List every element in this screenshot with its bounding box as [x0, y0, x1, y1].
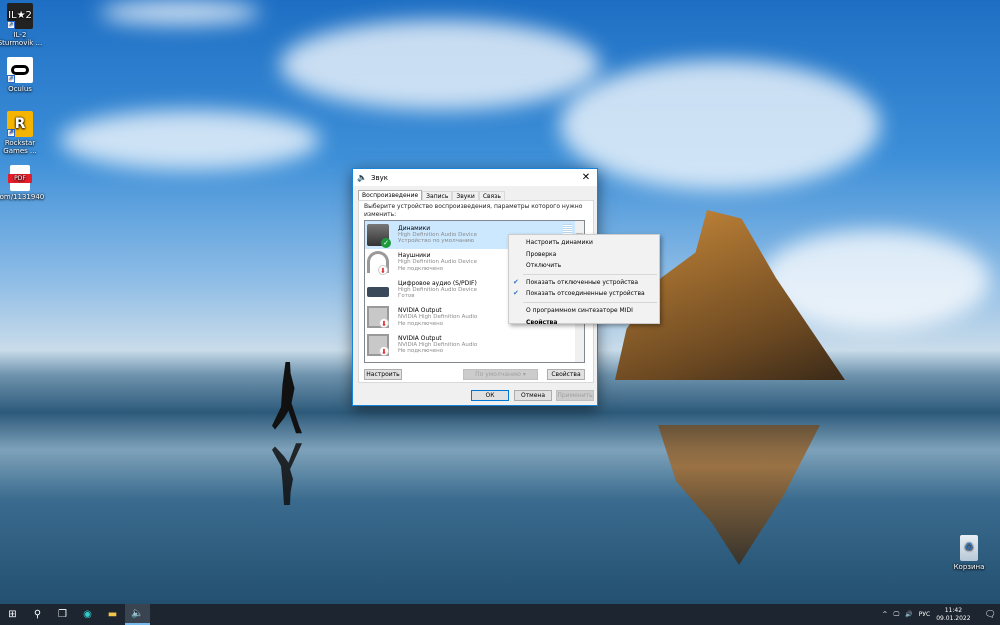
device-status: Не подключено [398, 348, 444, 355]
check-icon: ✔ [513, 289, 519, 298]
disconnected-icon: ⬇ [378, 265, 388, 276]
menu-item-label: Показать отключенные устройства [526, 278, 639, 286]
system-tray: ^ 🖵 🔊 РУС 11:42 09.01.2022 🗨 [882, 607, 1000, 623]
device-status: Не подключено [398, 320, 444, 327]
instruction-text: Выберите устройство воспроизведения, пар… [364, 203, 583, 218]
folder-icon: ▬ [107, 609, 118, 620]
digital-audio-icon [367, 286, 389, 297]
search-button[interactable]: ⚲ [25, 604, 50, 625]
desktop-icon-label: IL-2 Sturmovik ... [0, 31, 43, 47]
set-default-label: По умолчанию [475, 371, 521, 378]
menu-separator [523, 301, 657, 303]
check-icon: ✔ [513, 277, 519, 286]
recycle-bin-icon: ♻ [960, 535, 978, 561]
network-icon[interactable]: 🖵 [893, 611, 899, 619]
date: 09.01.2022 [936, 614, 971, 622]
menu-item-test[interactable]: Проверка [509, 249, 659, 261]
device-driver: High Definition Audio Device [398, 259, 477, 266]
speaker-device-icon: ✓ [367, 223, 391, 248]
default-check-icon: ✓ [381, 237, 391, 248]
headphones-icon: ⬇ [367, 251, 389, 276]
context-menu: Настроить динамики Проверка Отключить ✔ П… [508, 234, 660, 326]
windows-icon: ⊞ [8, 609, 17, 620]
task-view-icon: ❐ [58, 609, 67, 620]
edge-icon: ◉ [83, 609, 92, 620]
device-name: Цифровое аудио (S/PDIF) [398, 279, 477, 287]
clock[interactable]: 11:42 09.01.2022 [936, 607, 970, 623]
set-default-button[interactable]: По умолчанию ▾ [463, 369, 538, 380]
cancel-button[interactable]: Отмена [514, 390, 552, 401]
pdf-icon: PDF [8, 165, 32, 191]
configure-button[interactable]: Настроить [364, 369, 402, 380]
menu-item-show-disconnected[interactable]: ✔ Показать отсоединенные устройства [509, 288, 659, 300]
monitor-icon: ⬇ [367, 333, 389, 356]
volume-icon[interactable]: 🔊 [905, 611, 912, 618]
menu-separator [523, 273, 657, 275]
desktop-icon-label: com/1131940 [0, 193, 45, 201]
desktop-icon-oculus[interactable]: ↗ Oculus [0, 57, 45, 93]
task-view-button[interactable]: ❐ [50, 604, 75, 625]
chevron-up-icon[interactable]: ^ [882, 611, 887, 618]
desktop-icon-recycle-bin[interactable]: ♻ Корзина [944, 535, 994, 571]
edge-button[interactable]: ◉ [75, 604, 100, 625]
list-item[interactable]: ⬇ NVIDIA Output NVIDIA High Definition Au… [365, 331, 584, 359]
taskbar: ⊞ ⚲ ❐ ◉ ▬ 🔈 ^ 🖵 🔊 РУС 11:42 09.01.2022 🗨 [0, 604, 1000, 625]
menu-item-show-disabled[interactable]: ✔ Показать отключенные устройства [509, 277, 659, 289]
menu-item-label: Показать отсоединенные устройства [526, 290, 645, 298]
device-name: NVIDIA Output [398, 307, 442, 315]
dialog-title: Звук [370, 173, 388, 182]
disconnected-icon: ⬇ [379, 318, 389, 329]
desktop-icon-pdf[interactable]: PDF com/1131940 [0, 165, 45, 201]
time: 11:42 [944, 606, 963, 614]
device-status: Готов [398, 293, 415, 300]
rockstar-icon: R ↗ [7, 111, 33, 137]
menu-item-configure-speakers[interactable]: Настроить динамики [509, 237, 659, 249]
menu-item-properties[interactable]: Свойства [509, 317, 659, 329]
desktop-icon-label: Oculus [8, 85, 32, 93]
desktop-icon-rockstar[interactable]: R ↗ Rockstar Games ... [0, 111, 45, 155]
start-button[interactable]: ⊞ [0, 604, 25, 625]
device-status: Не подключено [398, 265, 444, 272]
menu-item-disable[interactable]: Отключить [509, 260, 659, 272]
sound-app-button[interactable]: 🔈 [125, 604, 150, 625]
monitor-icon: ⬇ [367, 306, 389, 329]
notifications-icon[interactable]: 🗨 [985, 610, 996, 620]
apply-button[interactable]: Применить [556, 390, 594, 401]
title-bar[interactable]: 🔈 Звук ✕ [353, 169, 597, 186]
file-explorer-button[interactable]: ▬ [100, 604, 125, 625]
speaker-icon: 🔈 [131, 608, 144, 619]
search-icon: ⚲ [33, 609, 42, 620]
device-name: Наушники [398, 252, 431, 260]
device-name: Динамики [398, 224, 431, 232]
desktop-icon-il2[interactable]: IL★2 ↗ IL-2 Sturmovik ... [0, 3, 45, 47]
device-driver: NVIDIA High Definition Audio [398, 314, 478, 321]
device-status: Устройство по умолчанию [398, 238, 475, 245]
language-indicator[interactable]: РУС [919, 611, 930, 618]
disconnected-icon: ⬇ [379, 345, 389, 356]
device-name: NVIDIA Output [398, 334, 442, 342]
properties-button[interactable]: Свойства [547, 369, 585, 380]
desktop-icon-label: Корзина [953, 563, 985, 571]
menu-item-about-midi[interactable]: О программном синтезаторе MIDI [509, 305, 659, 317]
desktop-icon-label: Rockstar Games ... [3, 139, 37, 155]
oculus-icon: ↗ [7, 57, 33, 83]
speaker-icon: 🔈 [357, 173, 367, 182]
ok-button[interactable]: ОК [471, 390, 509, 401]
close-button[interactable]: ✕ [575, 172, 597, 183]
il2-icon: IL★2 ↗ [7, 3, 33, 29]
